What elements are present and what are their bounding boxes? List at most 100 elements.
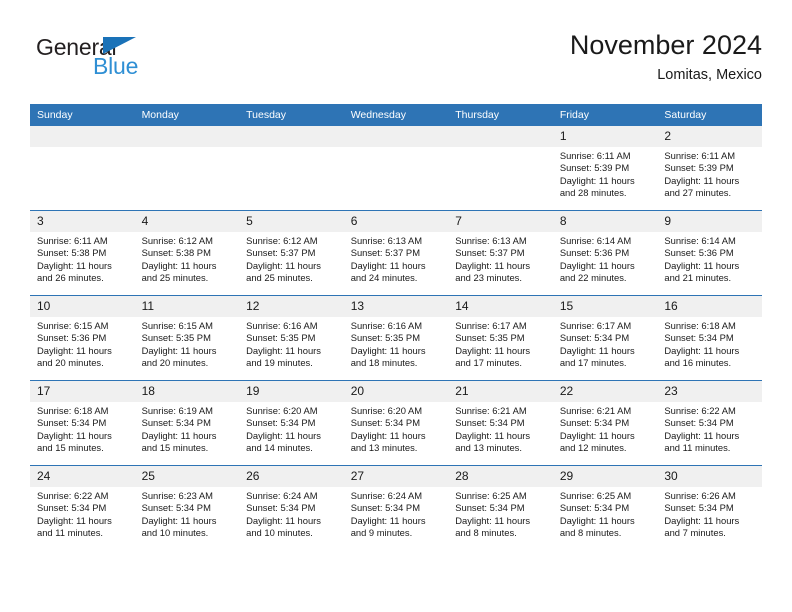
day-number: 9	[657, 211, 762, 232]
calendar-day-cell[interactable]: 29 Sunrise: 6:25 AM Sunset: 5:34 PM Dayligh…	[552, 465, 658, 550]
sunrise-text: Sunrise: 6:20 AM	[246, 405, 318, 416]
sunset-text: Sunset: 5:34 PM	[559, 417, 630, 429]
calendar-day-cell[interactable]: 16 Sunrise: 6:18 AM Sunset: 5:34 PM Dayligh…	[657, 295, 762, 381]
calendar-day-cell[interactable]: 7 Sunrise: 6:13 AM Sunset: 5:37 PM Daylight…	[448, 210, 553, 296]
calendar-day-cell[interactable]: 1 Sunrise: 6:11 AM Sunset: 5:39 PM Daylight…	[552, 126, 658, 211]
calendar-day-cell[interactable]: 2 Sunrise: 6:11 AM Sunset: 5:39 PM Daylight…	[657, 126, 762, 211]
sunset-text: Sunset: 5:37 PM	[455, 247, 525, 259]
sunset-text: Sunset: 5:39 PM	[664, 162, 734, 174]
sunrise-text: Sunrise: 6:13 AM	[455, 235, 527, 246]
calendar-day-cell[interactable]: 5 Sunrise: 6:12 AM Sunset: 5:37 PM Daylight…	[239, 210, 344, 296]
daylight-text: Daylight: 11 hours and 20 minutes.	[37, 344, 112, 369]
calendar-day-cell[interactable]: 3 Sunrise: 6:11 AM Sunset: 5:38 PM Daylight…	[30, 210, 135, 296]
sunrise-text: Sunrise: 6:23 AM	[141, 490, 213, 501]
calendar-day-cell-empty	[239, 126, 344, 211]
calendar-day-cell[interactable]: 21 Sunrise: 6:21 AM Sunset: 5:34 PM Dayligh…	[448, 380, 553, 466]
day-number: 15	[552, 296, 658, 317]
calendar-day-cell[interactable]: 18 Sunrise: 6:19 AM Sunset: 5:34 PM Dayligh…	[134, 380, 240, 466]
calendar-day-cell[interactable]: 8 Sunrise: 6:14 AM Sunset: 5:36 PM Daylight…	[552, 210, 658, 296]
sunrise-text: Sunrise: 6:11 AM	[37, 235, 108, 246]
calendar-day-cell[interactable]: 4 Sunrise: 6:12 AM Sunset: 5:38 PM Daylight…	[134, 210, 240, 296]
day-sun-info: Sunrise: 6:22 AM Sunset: 5:34 PM Daylight:…	[657, 402, 762, 455]
day-number	[134, 126, 240, 147]
day-number: 12	[239, 296, 344, 317]
calendar-day-cell[interactable]: 26 Sunrise: 6:24 AM Sunset: 5:34 PM Dayligh…	[239, 465, 344, 550]
daylight-text: Daylight: 11 hours and 14 minutes.	[246, 429, 321, 454]
sunrise-text: Sunrise: 6:14 AM	[664, 235, 736, 246]
daylight-text: Daylight: 11 hours and 8 minutes.	[455, 514, 531, 539]
calendar-day-cell[interactable]: 14 Sunrise: 6:17 AM Sunset: 5:35 PM Dayligh…	[448, 295, 553, 381]
sunset-text: Sunset: 5:37 PM	[246, 247, 316, 259]
sunrise-text: Sunrise: 6:15 AM	[141, 320, 213, 331]
daylight-text: Daylight: 11 hours and 11 minutes.	[37, 514, 112, 539]
day-sun-info: Sunrise: 6:12 AM Sunset: 5:38 PM Daylight:…	[135, 232, 240, 285]
calendar-day-cell[interactable]: 23 Sunrise: 6:22 AM Sunset: 5:34 PM Dayligh…	[657, 380, 762, 466]
day-number: 21	[448, 381, 553, 402]
calendar-day-cell-empty	[343, 126, 449, 211]
calendar-day-cell[interactable]: 10 Sunrise: 6:15 AM Sunset: 5:36 PM Dayligh…	[30, 295, 135, 381]
day-number: 3	[30, 211, 135, 232]
sunset-text: Sunset: 5:36 PM	[559, 247, 630, 259]
logo-triangle-icon	[103, 37, 136, 54]
calendar-day-cell[interactable]: 25 Sunrise: 6:23 AM Sunset: 5:34 PM Dayligh…	[134, 465, 240, 550]
day-sun-info: Sunrise: 6:18 AM Sunset: 5:34 PM Daylight:…	[30, 402, 135, 455]
day-cell-inner: 30 Sunrise: 6:26 AM Sunset: 5:34 PM Dayligh…	[657, 466, 762, 550]
day-sun-info: Sunrise: 6:11 AM Sunset: 5:39 PM Daylight:…	[657, 147, 762, 200]
sunrise-text: Sunrise: 6:22 AM	[37, 490, 109, 501]
sunrise-text: Sunrise: 6:16 AM	[350, 320, 423, 331]
calendar-day-cell[interactable]: 9 Sunrise: 6:14 AM Sunset: 5:36 PM Daylight…	[657, 210, 762, 296]
sunset-text: Sunset: 5:38 PM	[141, 247, 211, 259]
day-sun-info: Sunrise: 6:11 AM Sunset: 5:39 PM Daylight:…	[553, 147, 658, 200]
calendar-day-cell[interactable]: 6 Sunrise: 6:13 AM Sunset: 5:37 PM Daylight…	[343, 210, 449, 296]
daylight-text: Daylight: 11 hours and 17 minutes.	[559, 344, 635, 369]
day-number	[448, 126, 553, 147]
daylight-text: Daylight: 11 hours and 10 minutes.	[141, 514, 217, 539]
calendar-day-cell[interactable]: 30 Sunrise: 6:26 AM Sunset: 5:34 PM Dayligh…	[657, 465, 762, 550]
calendar-day-cell[interactable]: 15 Sunrise: 6:17 AM Sunset: 5:34 PM Dayligh…	[552, 295, 658, 381]
day-cell-inner	[343, 126, 449, 210]
calendar-week-row: 17 Sunrise: 6:18 AM Sunset: 5:34 PM Dayligh…	[30, 380, 762, 466]
calendar-day-cell[interactable]: 22 Sunrise: 6:21 AM Sunset: 5:34 PM Dayligh…	[552, 380, 658, 466]
calendar-day-cell[interactable]: 20 Sunrise: 6:20 AM Sunset: 5:34 PM Dayligh…	[343, 380, 449, 466]
calendar-day-cell[interactable]: 13 Sunrise: 6:16 AM Sunset: 5:35 PM Dayligh…	[343, 295, 449, 381]
sunset-text: Sunset: 5:37 PM	[350, 247, 420, 259]
day-number	[239, 126, 344, 147]
calendar-day-cell[interactable]: 27 Sunrise: 6:24 AM Sunset: 5:34 PM Dayligh…	[343, 465, 449, 550]
day-cell-inner: 28 Sunrise: 6:25 AM Sunset: 5:34 PM Dayligh…	[448, 466, 553, 550]
sunrise-text: Sunrise: 6:13 AM	[350, 235, 423, 246]
day-cell-inner	[448, 126, 553, 210]
day-number: 28	[448, 466, 553, 487]
day-sun-info: Sunrise: 6:17 AM Sunset: 5:34 PM Daylight:…	[553, 317, 658, 370]
day-number: 16	[657, 296, 762, 317]
day-number	[343, 126, 449, 147]
day-cell-inner: 21 Sunrise: 6:21 AM Sunset: 5:34 PM Dayligh…	[448, 381, 553, 465]
day-sun-info: Sunrise: 6:21 AM Sunset: 5:34 PM Daylight:…	[448, 402, 553, 455]
day-cell-inner: 23 Sunrise: 6:22 AM Sunset: 5:34 PM Dayligh…	[657, 381, 762, 465]
weekday-header-tuesday: Tuesday	[239, 104, 344, 126]
calendar-day-cell[interactable]: 24 Sunrise: 6:22 AM Sunset: 5:34 PM Dayligh…	[30, 465, 135, 550]
calendar-day-cell[interactable]: 19 Sunrise: 6:20 AM Sunset: 5:34 PM Dayligh…	[239, 380, 344, 466]
calendar-day-cell[interactable]: 17 Sunrise: 6:18 AM Sunset: 5:34 PM Dayligh…	[30, 380, 135, 466]
day-number: 18	[134, 381, 240, 402]
calendar-day-cell[interactable]: 11 Sunrise: 6:15 AM Sunset: 5:35 PM Dayligh…	[134, 295, 240, 381]
day-cell-inner: 27 Sunrise: 6:24 AM Sunset: 5:34 PM Dayligh…	[343, 466, 449, 550]
general-blue-logo[interactable]: General Blue	[36, 36, 216, 88]
sunrise-text: Sunrise: 6:19 AM	[141, 405, 213, 416]
day-sun-info: Sunrise: 6:24 AM Sunset: 5:34 PM Daylight:…	[344, 487, 449, 540]
calendar-day-cell[interactable]: 12 Sunrise: 6:16 AM Sunset: 5:35 PM Dayligh…	[239, 295, 344, 381]
day-sun-info: Sunrise: 6:23 AM Sunset: 5:34 PM Daylight:…	[135, 487, 240, 540]
day-number: 8	[552, 211, 658, 232]
day-number: 30	[657, 466, 762, 487]
day-number: 19	[239, 381, 344, 402]
sunset-text: Sunset: 5:35 PM	[246, 332, 316, 344]
daylight-text: Daylight: 11 hours and 20 minutes.	[141, 344, 217, 369]
day-cell-inner: 6 Sunrise: 6:13 AM Sunset: 5:37 PM Daylight…	[343, 211, 449, 295]
day-cell-inner: 12 Sunrise: 6:16 AM Sunset: 5:35 PM Dayligh…	[239, 296, 344, 380]
daylight-text: Daylight: 11 hours and 12 minutes.	[559, 429, 635, 454]
day-number: 6	[343, 211, 449, 232]
daylight-text: Daylight: 11 hours and 13 minutes.	[455, 429, 531, 454]
day-cell-inner: 22 Sunrise: 6:21 AM Sunset: 5:34 PM Dayligh…	[552, 381, 658, 465]
day-cell-inner: 14 Sunrise: 6:17 AM Sunset: 5:35 PM Dayligh…	[448, 296, 553, 380]
calendar-day-cell[interactable]: 28 Sunrise: 6:25 AM Sunset: 5:34 PM Dayligh…	[448, 465, 553, 550]
daylight-text: Daylight: 11 hours and 10 minutes.	[246, 514, 321, 539]
